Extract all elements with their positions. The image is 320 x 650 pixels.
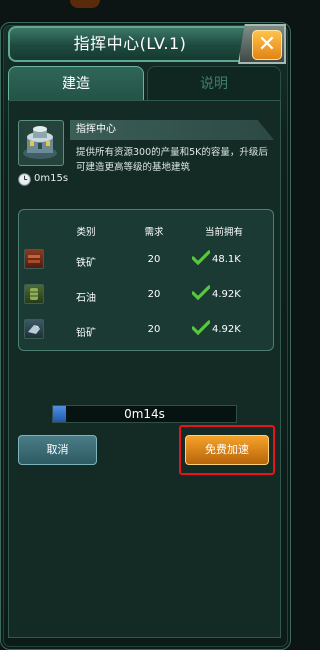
- row-category: 石油: [76, 293, 96, 304]
- row-required: 20: [147, 324, 161, 335]
- check-icon: [191, 320, 211, 336]
- row-owned: 4.92K: [212, 324, 241, 335]
- column-header-required: 需求: [144, 227, 164, 238]
- description-line: 提供所有资源300的产量和5K的容量，升级后: [76, 147, 268, 158]
- tab-description[interactable]: 说明: [147, 66, 281, 100]
- close-icon[interactable]: ✕: [252, 30, 282, 60]
- remaining-time: 0m14s: [124, 407, 165, 421]
- row-category: 铅矿: [76, 328, 96, 339]
- iron-ore-icon: [24, 249, 44, 269]
- build-time: 0m15s: [34, 173, 69, 184]
- row-required: 20: [147, 289, 161, 300]
- check-icon: [191, 285, 211, 301]
- building-name: 指挥中心: [76, 124, 116, 135]
- row-owned: 48.1K: [212, 254, 241, 265]
- column-header-owned: 当前拥有: [204, 227, 243, 238]
- row-category: 铁矿: [76, 258, 96, 269]
- clock-icon: [18, 171, 31, 186]
- free-speedup-button[interactable]: 免费加速: [185, 435, 269, 465]
- top-decoration: [70, 0, 100, 8]
- cancel-button[interactable]: 取消: [18, 435, 97, 465]
- building-description: 提供所有资源300的产量和5K的容量，升级后 可建造更高等级的基地建筑: [76, 145, 276, 175]
- tab-build[interactable]: 建造: [8, 66, 144, 100]
- check-icon: [191, 250, 211, 266]
- description-line: 可建造更高等级的基地建筑: [76, 162, 191, 173]
- command-center-icon: [18, 120, 64, 166]
- lead-ore-icon: [24, 319, 44, 339]
- row-owned: 4.92K: [212, 289, 241, 300]
- row-required: 20: [147, 254, 161, 265]
- dialog-title: 指挥中心(LV.1): [73, 34, 187, 53]
- column-header-category: 类别: [76, 227, 96, 238]
- oil-barrel-icon: [24, 284, 44, 304]
